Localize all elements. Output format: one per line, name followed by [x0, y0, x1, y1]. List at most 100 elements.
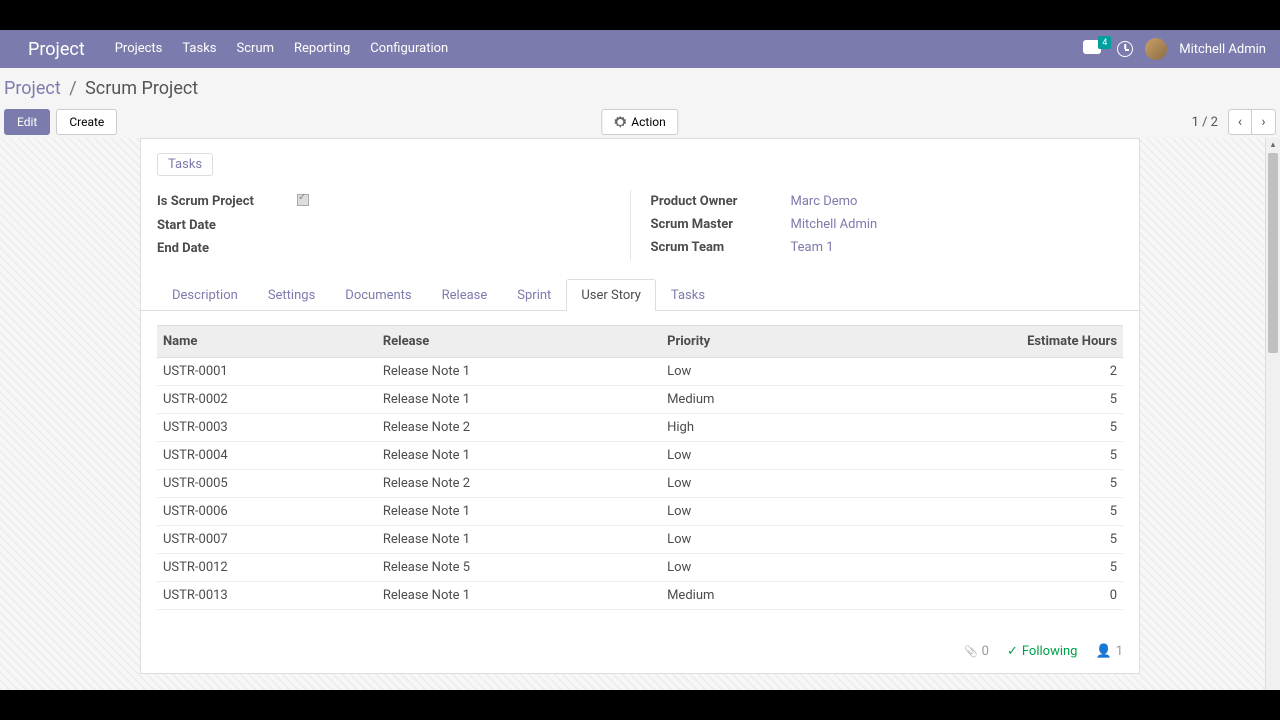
tab-sprint[interactable]: Sprint — [502, 279, 566, 311]
table-cell: USTR-0004 — [157, 442, 377, 470]
table-cell: Medium — [661, 582, 831, 610]
gear-icon — [614, 116, 626, 128]
field-value: Marc Demo — [791, 194, 858, 209]
edit-button[interactable]: Edit — [4, 109, 50, 135]
table-row[interactable]: USTR-0007Release Note 1Low5 — [157, 526, 1123, 554]
table-row[interactable]: USTR-0005Release Note 2Low5 — [157, 470, 1123, 498]
col-header[interactable]: Estimate Hours — [831, 326, 1123, 358]
chat-icon[interactable]: 4 — [1083, 40, 1105, 58]
breadcrumb-current: Scrum Project — [85, 78, 198, 99]
table-cell: 5 — [831, 526, 1123, 554]
tab-settings[interactable]: Settings — [253, 279, 330, 311]
pager-prev-button[interactable]: ‹ — [1228, 109, 1252, 135]
table-row[interactable]: USTR-0002Release Note 1Medium5 — [157, 386, 1123, 414]
table-cell: 5 — [831, 470, 1123, 498]
table-cell: USTR-0012 — [157, 554, 377, 582]
nav-menu-reporting[interactable]: Reporting — [284, 30, 360, 68]
table-cell: Low — [661, 554, 831, 582]
table-cell: Release Note 1 — [377, 526, 661, 554]
table-cell: 0 — [831, 582, 1123, 610]
tab-tasks[interactable]: Tasks — [656, 279, 720, 311]
clock-icon[interactable] — [1117, 41, 1133, 57]
table-cell: Low — [661, 526, 831, 554]
following-button[interactable]: ✓ Following — [1007, 644, 1078, 659]
breadcrumb: Project / Scrum Project — [4, 78, 198, 99]
apps-icon[interactable] — [0, 30, 10, 68]
nav-menu-tasks[interactable]: Tasks — [172, 30, 226, 68]
table-cell: USTR-0002 — [157, 386, 377, 414]
attachments-count[interactable]: 0 — [964, 644, 989, 659]
table-cell: Release Note 5 — [377, 554, 661, 582]
table-cell: USTR-0007 — [157, 526, 377, 554]
col-header[interactable]: Priority — [661, 326, 831, 358]
tab-user-story[interactable]: User Story — [566, 279, 656, 311]
app-brand[interactable]: Project — [10, 39, 105, 60]
form-row: Product OwnerMarc Demo — [651, 190, 1124, 213]
table-cell: Medium — [661, 386, 831, 414]
field-label: Is Scrum Project — [157, 194, 297, 210]
table-cell: Low — [661, 498, 831, 526]
table-row[interactable]: USTR-0006Release Note 1Low5 — [157, 498, 1123, 526]
table-cell: Release Note 1 — [377, 386, 661, 414]
table-cell: 5 — [831, 442, 1123, 470]
followers-count[interactable]: 👤 1 — [1096, 644, 1124, 659]
table-row[interactable]: USTR-0012Release Note 5Low5 — [157, 554, 1123, 582]
table-cell: USTR-0006 — [157, 498, 377, 526]
table-cell: Release Note 1 — [377, 498, 661, 526]
avatar[interactable] — [1145, 38, 1167, 60]
user-story-table: NameReleasePriorityEstimate Hours USTR-0… — [157, 325, 1123, 610]
pager-text: 1 / 2 — [1192, 115, 1218, 130]
table-cell: USTR-0005 — [157, 470, 377, 498]
field-label: Product Owner — [651, 194, 791, 209]
field-label: Scrum Team — [651, 240, 791, 255]
chat-badge: 4 — [1098, 36, 1111, 49]
field-label: Scrum Master — [651, 217, 791, 232]
table-cell: Low — [661, 470, 831, 498]
table-cell: Release Note 2 — [377, 414, 661, 442]
table-cell: 5 — [831, 498, 1123, 526]
table-row[interactable]: USTR-0004Release Note 1Low5 — [157, 442, 1123, 470]
table-cell: Release Note 1 — [377, 358, 661, 386]
scrollbar[interactable]: ▴ — [1265, 138, 1280, 690]
scrollbar-thumb[interactable] — [1268, 153, 1278, 353]
tab-documents[interactable]: Documents — [330, 279, 426, 311]
nav-menu-scrum[interactable]: Scrum — [227, 30, 285, 68]
form-row: Scrum TeamTeam 1 — [651, 236, 1124, 259]
table-cell: Low — [661, 358, 831, 386]
tab-release[interactable]: Release — [427, 279, 503, 311]
table-cell: Release Note 1 — [377, 442, 661, 470]
table-cell: 5 — [831, 386, 1123, 414]
table-row[interactable]: USTR-0013Release Note 1Medium0 — [157, 582, 1123, 610]
table-cell: Release Note 2 — [377, 470, 661, 498]
field-label: Start Date — [157, 218, 297, 233]
table-cell: USTR-0013 — [157, 582, 377, 610]
scroll-up-icon[interactable]: ▴ — [1266, 138, 1280, 153]
tasks-stat-button[interactable]: Tasks — [157, 153, 213, 176]
table-cell: Release Note 1 — [377, 582, 661, 610]
pager-next-button[interactable]: › — [1252, 109, 1276, 135]
form-row: Start Date — [157, 214, 630, 237]
table-cell: 5 — [831, 554, 1123, 582]
col-header[interactable]: Name — [157, 326, 377, 358]
breadcrumb-parent[interactable]: Project — [4, 78, 61, 99]
field-value: Team 1 — [791, 240, 834, 255]
action-button[interactable]: Action — [601, 109, 678, 135]
check-icon: ✓ — [1007, 644, 1018, 659]
tab-description[interactable]: Description — [157, 279, 253, 311]
table-row[interactable]: USTR-0001Release Note 1Low2 — [157, 358, 1123, 386]
col-header[interactable]: Release — [377, 326, 661, 358]
attachment-icon — [964, 644, 978, 659]
table-cell: 2 — [831, 358, 1123, 386]
pager: 1 / 2 ‹ › — [1192, 109, 1276, 135]
user-icon: 👤 — [1096, 644, 1112, 659]
nav-menu-configuration[interactable]: Configuration — [360, 30, 458, 68]
table-row[interactable]: USTR-0003Release Note 2High5 — [157, 414, 1123, 442]
checkbox-icon — [297, 194, 309, 206]
nav-menu: ProjectsTasksScrumReportingConfiguration — [105, 30, 459, 68]
table-cell: High — [661, 414, 831, 442]
field-value: Mitchell Admin — [791, 217, 878, 232]
table-cell: Low — [661, 442, 831, 470]
user-name[interactable]: Mitchell Admin — [1179, 42, 1266, 57]
create-button[interactable]: Create — [56, 109, 117, 135]
nav-menu-projects[interactable]: Projects — [105, 30, 173, 68]
